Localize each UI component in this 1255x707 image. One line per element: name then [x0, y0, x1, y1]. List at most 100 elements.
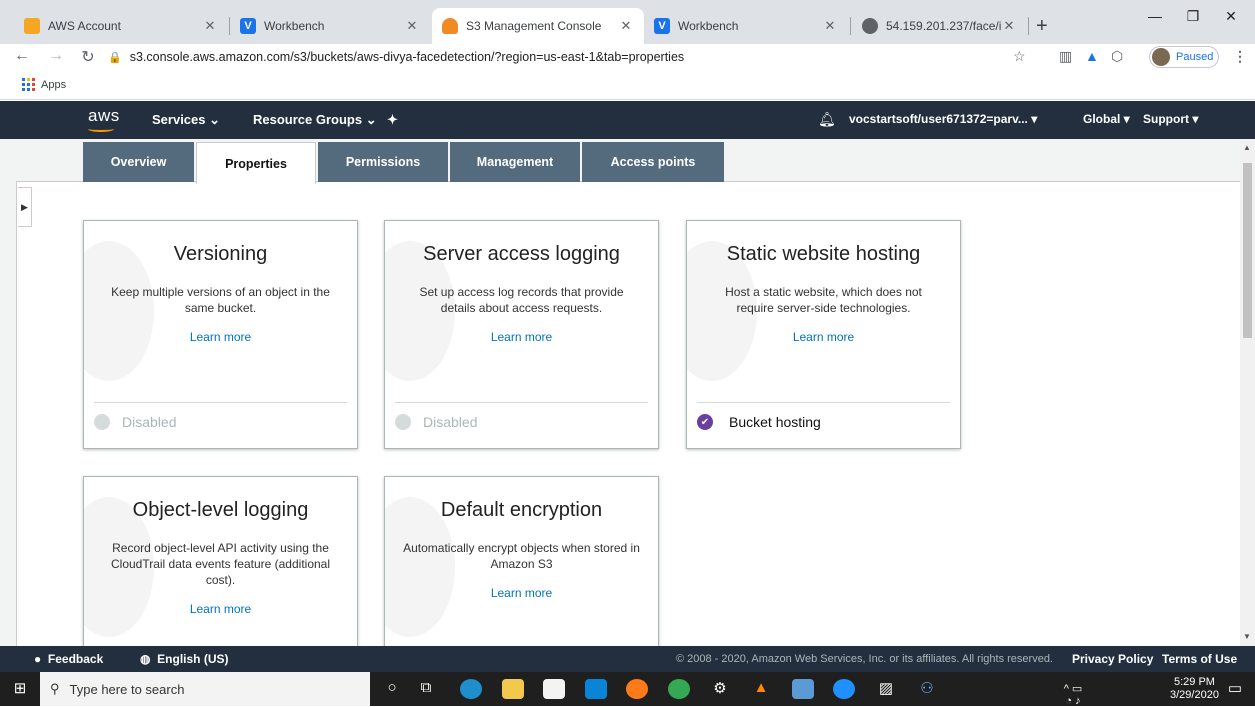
tab-properties[interactable]: Properties	[196, 142, 316, 184]
chat-bubble-icon: ●	[34, 652, 42, 666]
back-arrow-icon[interactable]: ←	[12, 47, 32, 65]
edge-icon[interactable]	[460, 679, 482, 699]
notifications-icon[interactable]: ▭	[1224, 679, 1246, 697]
taskbar-search-input[interactable]: ⚲ Type here to search	[40, 672, 370, 706]
firefox-icon[interactable]	[626, 679, 648, 699]
apps-grid-icon[interactable]	[22, 78, 35, 91]
learn-more-link[interactable]: Learn more	[385, 586, 658, 600]
settings-gear-icon[interactable]: ⚙	[709, 679, 731, 697]
close-icon[interactable]: ✕	[618, 18, 634, 34]
store-icon[interactable]	[543, 679, 565, 699]
extension-icon[interactable]: ⬡	[1111, 48, 1123, 65]
bookmark-apps[interactable]: Apps	[41, 79, 66, 91]
reload-icon[interactable]: ↻	[78, 47, 98, 67]
url-field[interactable]: 🔒 s3.console.aws.amazon.com/s3/buckets/a…	[108, 46, 1008, 68]
aws-footer: ● Feedback ◍ English (US) © 2008 - 2020,…	[0, 646, 1255, 672]
card-title: Object-level logging	[132, 499, 309, 521]
scroll-up-icon[interactable]: ▲	[1243, 143, 1251, 152]
tab-title: S3 Management Console	[466, 19, 602, 33]
browser-tab-workbench-2[interactable]: V Workbench ✕	[644, 8, 848, 44]
file-explorer-icon[interactable]	[502, 679, 524, 699]
globe-icon	[862, 18, 878, 34]
scroll-down-icon[interactable]: ▼	[1243, 632, 1251, 641]
app-icon[interactable]	[792, 679, 814, 699]
bookmarks-bar: Apps	[0, 70, 1255, 100]
network-app-icon[interactable]: ⚇	[916, 679, 938, 697]
versioning-card[interactable]: Versioning Keep multiple versions of an …	[83, 220, 358, 449]
status-badge: Disabled	[395, 414, 477, 430]
photos-icon[interactable]: ▨	[875, 679, 897, 697]
extension-icon[interactable]: ▲	[1085, 48, 1099, 64]
terms-of-use-link[interactable]: Terms of Use	[1162, 652, 1237, 666]
aws-box-icon	[24, 18, 40, 34]
tray-icons[interactable]: ^ ▭ ◔ ♪	[1062, 682, 1084, 707]
tab-management[interactable]: Management	[450, 142, 580, 182]
close-icon[interactable]: ✕	[202, 18, 218, 34]
chrome-icon[interactable]	[668, 679, 690, 699]
restore-icon[interactable]: ❐	[1178, 8, 1208, 25]
server-access-logging-card[interactable]: Server access logging Set up access log …	[384, 220, 659, 449]
aws-smile-icon	[88, 126, 114, 132]
scroll-thumb[interactable]	[1243, 163, 1252, 338]
aws-top-nav: aws Services ⌄ Resource Groups ⌄ ✦ 🔔︎ vo…	[0, 101, 1255, 139]
static-website-hosting-card[interactable]: Static website hosting Host a static web…	[686, 220, 961, 449]
system-clock[interactable]: 5:29 PM 3/29/2020	[1170, 676, 1219, 702]
status-badge: Disabled	[94, 414, 176, 430]
bell-icon[interactable]: 🔔︎	[818, 111, 836, 128]
card-description: Set up access log records that provide d…	[419, 285, 624, 315]
aws-box-icon	[442, 18, 458, 34]
browser-tab-face-index[interactable]: 54.159.201.237/face/index.php ✕	[852, 8, 1027, 44]
browser-tab-workbench[interactable]: V Workbench ✕	[230, 8, 430, 44]
services-menu[interactable]: Services ⌄	[152, 112, 220, 128]
tab-access-points[interactable]: Access points	[582, 142, 724, 182]
card-title: Server access logging	[423, 243, 620, 265]
language-selector[interactable]: ◍ English (US)	[140, 652, 229, 666]
feedback-link[interactable]: ● Feedback	[34, 652, 103, 666]
copyright-text: © 2008 - 2020, Amazon Web Services, Inc.…	[676, 653, 1053, 665]
forward-arrow-icon[interactable]: →	[46, 47, 66, 65]
aws-logo[interactable]: aws	[88, 106, 120, 126]
app-icon[interactable]	[833, 679, 855, 699]
minimize-icon[interactable]: —	[1140, 8, 1170, 24]
region-menu[interactable]: Global ▾	[1083, 112, 1130, 126]
vlc-icon[interactable]: ▲	[750, 679, 772, 696]
close-icon[interactable]: ✕	[1001, 18, 1017, 34]
browser-tab-strip: AWS Account ✕ V Workbench ✕ S3 Managemen…	[0, 0, 1255, 44]
kebab-menu-icon[interactable]: ⋮	[1233, 48, 1247, 65]
browser-tab-s3-console[interactable]: S3 Management Console ✕	[432, 8, 644, 44]
window-close-icon[interactable]: ✕	[1216, 8, 1246, 25]
page-scrollbar[interactable]: ▲ ▼	[1240, 139, 1255, 646]
new-tab-button[interactable]: +	[1036, 16, 1048, 36]
pin-icon[interactable]: ✦	[387, 112, 398, 128]
status-badge: ✔ Bucket hosting	[697, 414, 821, 430]
account-menu[interactable]: vocstartsoft/user671372=parv... ▾	[849, 112, 1037, 126]
bookmark-star-icon[interactable]: ☆	[1013, 48, 1026, 65]
task-view-icon[interactable]: ⧉	[415, 679, 437, 696]
learn-more-link[interactable]: Learn more	[84, 602, 357, 616]
object-level-logging-card[interactable]: Object-level logging Record object-level…	[83, 476, 358, 646]
close-icon[interactable]: ✕	[404, 18, 420, 34]
resource-groups-menu[interactable]: Resource Groups ⌄	[253, 112, 377, 128]
bucket-subtabs: Overview Properties Permissions Manageme…	[83, 142, 726, 184]
url-text: s3.console.aws.amazon.com/s3/buckets/aws…	[129, 50, 685, 64]
divider	[395, 402, 648, 403]
disabled-dot-icon	[395, 414, 411, 430]
default-encryption-card[interactable]: Default encryption Automatically encrypt…	[384, 476, 659, 646]
privacy-policy-link[interactable]: Privacy Policy	[1072, 652, 1153, 666]
support-menu[interactable]: Support ▾	[1143, 112, 1198, 126]
profile-button[interactable]: Paused	[1149, 46, 1219, 68]
learn-more-link[interactable]: Learn more	[385, 330, 658, 344]
side-panel-toggle[interactable]: ▶	[18, 187, 32, 227]
learn-more-link[interactable]: Learn more	[687, 330, 960, 344]
extension-icon[interactable]: ▥	[1059, 48, 1072, 65]
windows-start-icon[interactable]: ⊞	[9, 679, 31, 697]
tab-permissions[interactable]: Permissions	[318, 142, 448, 182]
close-icon[interactable]: ✕	[822, 18, 838, 34]
tab-overview[interactable]: Overview	[83, 142, 194, 182]
card-description: Automatically encrypt objects when store…	[403, 541, 640, 571]
browser-tab-aws-account[interactable]: AWS Account ✕	[14, 8, 228, 44]
mail-icon[interactable]	[585, 679, 607, 699]
tab-title: Workbench	[264, 19, 325, 33]
cortana-icon[interactable]: ○	[381, 679, 403, 696]
learn-more-link[interactable]: Learn more	[84, 330, 357, 344]
